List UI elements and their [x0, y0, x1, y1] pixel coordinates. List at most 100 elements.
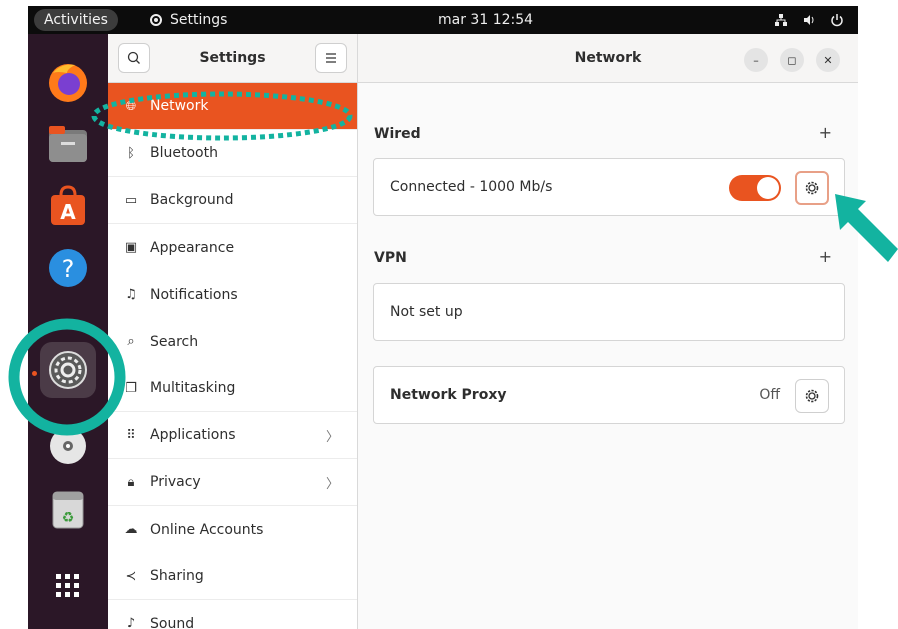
dock-app-grid[interactable] — [40, 558, 96, 614]
settings-sidebar: Settings 🌐︎ Network ᛒ Bluetooth ▭ Backgr… — [108, 34, 358, 629]
clock[interactable]: mar 31 12:54 — [438, 6, 533, 34]
panel-header: Network – ◻ ✕ — [358, 34, 858, 83]
appearance-icon: ▣ — [124, 240, 138, 255]
search-icon — [127, 51, 140, 64]
globe-icon: 🌐︎ — [125, 98, 137, 114]
music-icon: ♪ — [126, 616, 136, 629]
files-icon — [49, 126, 87, 162]
apps-icon: ⠿ — [126, 427, 136, 443]
sidebar-item-applications[interactable]: ⠿ Applications 〉 — [108, 412, 357, 459]
sidebar-item-label: Bluetooth — [150, 145, 218, 161]
sidebar-item-label: Appearance — [150, 239, 235, 256]
top-bar: Activities Settings mar 31 12:54 — [28, 6, 858, 34]
cloud-icon: ☁ — [124, 522, 138, 537]
sidebar-header: Settings — [108, 34, 357, 83]
dock-help[interactable]: ? — [40, 240, 96, 296]
sidebar-item-label: Multitasking — [150, 380, 236, 396]
vpn-add-button[interactable]: + — [819, 247, 832, 266]
svg-text:?: ? — [62, 255, 75, 283]
dock-settings[interactable] — [40, 342, 96, 398]
minimize-icon: – — [753, 53, 759, 67]
minimize-button[interactable]: – — [744, 48, 768, 72]
vpn-row: Not set up — [373, 283, 845, 341]
dock-disc[interactable] — [40, 418, 96, 474]
sidebar-item-label: Online Accounts — [150, 521, 264, 538]
sidebar-item-label: Applications — [150, 427, 236, 443]
sidebar-item-label: Notifications — [150, 286, 238, 303]
network-wired-icon — [775, 14, 787, 26]
sidebar-item-appearance[interactable]: ▣ Appearance — [108, 224, 357, 271]
dock-firefox[interactable] — [40, 54, 96, 110]
network-proxy-row[interactable]: Network Proxy Off — [373, 366, 845, 424]
share-icon: ≺ — [125, 568, 137, 584]
app-grid-icon — [56, 574, 79, 597]
disc-icon — [50, 428, 86, 464]
gear-icon — [150, 14, 162, 26]
sidebar-item-label: Sharing — [150, 568, 204, 584]
bell-icon: ♫ — [125, 287, 137, 302]
sidebar-item-multitasking[interactable]: ❐ Multitasking — [108, 365, 357, 412]
hamburger-icon — [326, 53, 336, 63]
menu-button[interactable] — [315, 43, 347, 73]
power-icon — [831, 14, 843, 27]
system-tray[interactable] — [774, 6, 844, 34]
sidebar-item-background[interactable]: ▭ Background — [108, 177, 357, 224]
sidebar-item-label: Network — [150, 98, 209, 114]
vpn-status: Not set up — [390, 304, 463, 320]
help-icon: ? — [49, 249, 87, 287]
wired-status: Connected - 1000 Mb/s — [390, 179, 553, 195]
sidebar-item-network[interactable]: 🌐︎ Network — [108, 83, 357, 130]
software-icon: A — [51, 185, 85, 225]
app-menu[interactable]: Settings — [148, 6, 227, 34]
wired-connection-row: Connected - 1000 Mb/s — [373, 158, 845, 216]
running-indicator — [32, 371, 37, 376]
proxy-state: Off — [759, 387, 780, 403]
maximize-icon: ◻ — [787, 53, 797, 67]
dock: A ? ♻ — [28, 34, 108, 629]
vpn-section-label: VPN — [374, 250, 407, 266]
maximize-button[interactable]: ◻ — [780, 48, 804, 72]
network-panel: Network – ◻ ✕ Wired + Connected - 1000 M… — [358, 34, 858, 629]
proxy-settings-button[interactable] — [795, 379, 829, 413]
sidebar-item-label: Sound — [150, 615, 195, 629]
volume-icon — [804, 15, 814, 25]
sidebar-title: Settings — [199, 50, 266, 66]
dock-trash[interactable]: ♻ — [40, 482, 96, 538]
wired-add-button[interactable]: + — [819, 123, 832, 142]
lock-icon: 🔒︎ — [127, 474, 135, 490]
svg-text:A: A — [60, 200, 76, 224]
settings-icon — [49, 351, 87, 389]
sidebar-item-label: Privacy — [150, 474, 201, 490]
sidebar-item-label: Background — [150, 192, 234, 208]
search-icon: ⌕ — [127, 334, 135, 349]
sidebar-item-online-accounts[interactable]: ☁ Online Accounts — [108, 506, 357, 553]
chevron-right-icon: 〉 — [325, 476, 339, 492]
sidebar-item-label: Search — [150, 333, 199, 350]
wired-section-label: Wired — [374, 126, 421, 142]
sidebar-item-search[interactable]: ⌕ Search — [108, 318, 357, 365]
close-button[interactable]: ✕ — [816, 48, 840, 72]
sidebar-item-bluetooth[interactable]: ᛒ Bluetooth — [108, 130, 357, 177]
toggle-knob — [757, 177, 779, 199]
svg-text:♻: ♻ — [62, 510, 75, 526]
close-icon: ✕ — [823, 53, 833, 67]
search-button[interactable] — [118, 43, 150, 73]
sidebar-item-notifications[interactable]: ♫ Notifications — [108, 271, 357, 318]
app-menu-label: Settings — [170, 12, 228, 28]
gear-icon — [805, 181, 819, 195]
sidebar-item-sharing[interactable]: ≺ Sharing — [108, 553, 357, 600]
sidebar-item-privacy[interactable]: 🔒︎ Privacy 〉 — [108, 459, 357, 506]
wired-settings-button[interactable] — [795, 171, 829, 205]
firefox-icon — [49, 64, 87, 102]
dock-files[interactable] — [40, 116, 96, 172]
proxy-label: Network Proxy — [390, 387, 507, 403]
dock-software[interactable]: A — [40, 178, 96, 234]
chevron-right-icon: 〉 — [325, 429, 339, 445]
activities-button[interactable]: Activities — [34, 9, 118, 31]
wired-toggle[interactable] — [729, 175, 781, 201]
trash-icon: ♻ — [52, 491, 84, 529]
bluetooth-icon: ᛒ — [127, 145, 135, 161]
multitasking-icon: ❐ — [125, 380, 137, 396]
sidebar-item-sound[interactable]: ♪ Sound — [108, 600, 357, 629]
monitor-icon: ▭ — [124, 192, 138, 208]
